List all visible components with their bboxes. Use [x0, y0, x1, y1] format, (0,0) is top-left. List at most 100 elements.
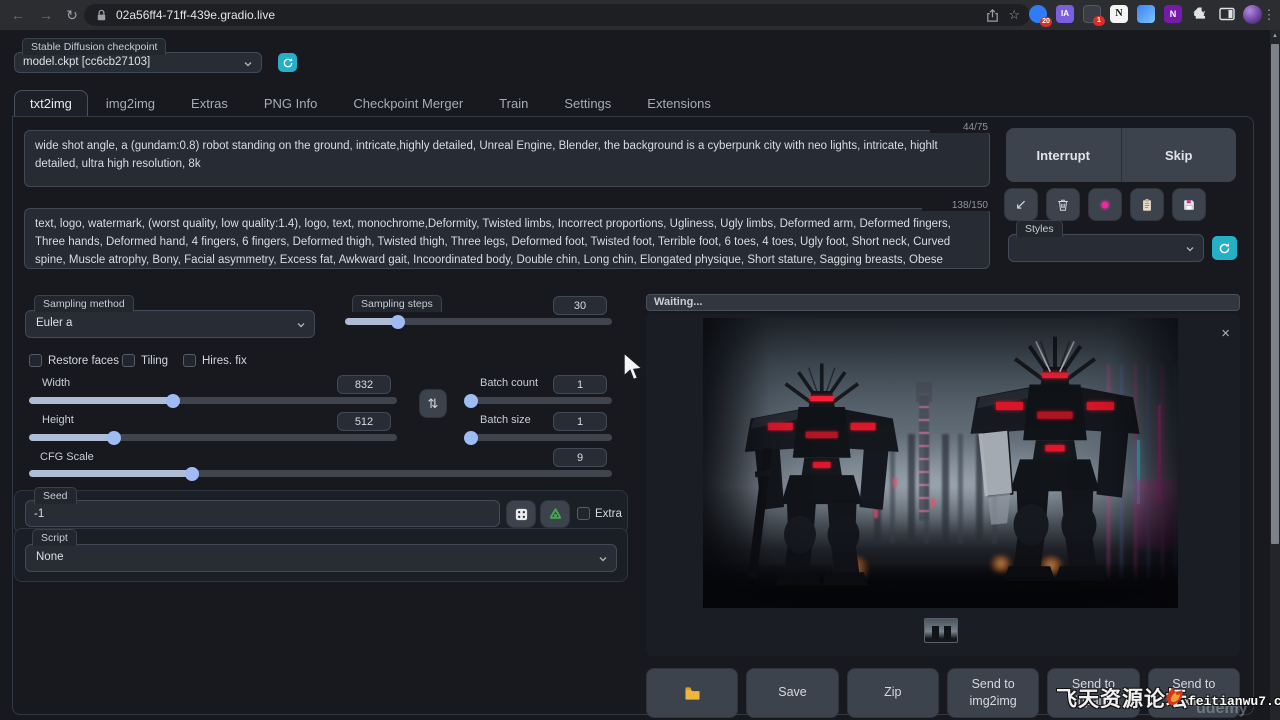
swap-dimensions-button[interactable]: ⇅	[419, 389, 447, 418]
hires-fix-checkbox[interactable]	[183, 354, 196, 367]
paste-arrow-icon: ↙	[1015, 196, 1027, 213]
slider-handle[interactable]	[464, 431, 478, 445]
tab-img2img[interactable]: img2img	[88, 91, 173, 117]
generate-controls: Interrupt Skip	[1006, 128, 1236, 182]
tiling-checkbox[interactable]	[122, 354, 135, 367]
tab-train[interactable]: Train	[481, 91, 546, 117]
sampling-steps-input[interactable]	[553, 296, 607, 315]
seed-input[interactable]	[25, 500, 500, 527]
tab-settings[interactable]: Settings	[546, 91, 629, 117]
forward-icon[interactable]: →	[36, 0, 56, 30]
clear-prompt-button[interactable]	[1046, 188, 1080, 221]
trash-icon	[1056, 198, 1070, 212]
cfg-scale-slider[interactable]	[29, 470, 612, 477]
width-slider[interactable]	[29, 397, 397, 404]
checkpoint-refresh-button[interactable]	[278, 53, 297, 72]
extensions-puzzle-icon[interactable]	[1191, 5, 1209, 23]
extension-blue-icon[interactable]: 20	[1029, 5, 1047, 23]
extension-screenshot-icon[interactable]: 1	[1083, 5, 1101, 23]
save-button[interactable]: Save	[746, 668, 838, 718]
script-label: Script	[32, 529, 77, 546]
chevron-down-icon	[598, 554, 608, 564]
watermark-flame-icon	[1162, 684, 1186, 708]
chevron-down-icon	[243, 59, 253, 69]
height-input[interactable]	[337, 412, 391, 431]
batch-count-label: Batch count	[480, 377, 538, 389]
skip-button[interactable]: Skip	[1122, 128, 1237, 182]
checkpoint-value: model.ckpt [cc6cb27103]	[23, 57, 150, 69]
share-icon[interactable]	[985, 8, 1000, 23]
flower-card-icon	[1098, 198, 1112, 212]
bookmark-star-icon[interactable]: ☆	[1008, 7, 1020, 23]
tab-extensions[interactable]: Extensions	[629, 91, 729, 117]
send-to-img2img-button[interactable]: Send to img2img	[947, 668, 1039, 718]
back-icon[interactable]: ←	[8, 0, 28, 30]
script-dropdown[interactable]: None	[25, 544, 617, 572]
lock-icon	[94, 8, 109, 23]
save-style-button[interactable]	[1172, 188, 1206, 221]
slider-handle[interactable]	[185, 467, 199, 481]
open-folder-button[interactable]	[646, 668, 738, 718]
scroll-up-icon[interactable]: ▲	[1270, 30, 1280, 43]
extension-notion-icon[interactable]: N	[1110, 5, 1128, 23]
close-icon[interactable]: ×	[1221, 326, 1230, 341]
zip-button[interactable]: Zip	[847, 668, 939, 718]
apply-styles-button[interactable]	[1130, 188, 1164, 221]
extension-image-icon[interactable]	[1137, 5, 1155, 23]
refresh-icon	[282, 57, 294, 69]
address-bar[interactable]: 02a56ff4-71ff-439e.gradio.live ☆	[84, 4, 1030, 26]
batch-size-label: Batch size	[480, 414, 531, 426]
negative-prompt-input[interactable]: text, logo, watermark, (worst quality, l…	[24, 208, 990, 269]
thumbnail-robot	[944, 626, 951, 639]
sampling-method-label: Sampling method	[34, 295, 134, 312]
generated-image[interactable]	[703, 318, 1178, 608]
extra-seed-checkbox[interactable]	[577, 507, 590, 520]
reuse-seed-button[interactable]	[540, 500, 570, 528]
interrupt-button[interactable]: Interrupt	[1006, 128, 1121, 182]
tab-txt2img[interactable]: txt2img	[14, 90, 88, 117]
side-panel-icon[interactable]	[1218, 5, 1236, 23]
gallery-thumbnail[interactable]	[924, 618, 958, 643]
chevron-down-icon	[296, 320, 306, 330]
slider-handle[interactable]	[391, 315, 405, 329]
sampling-method-dropdown[interactable]: Euler a	[25, 310, 315, 338]
height-slider[interactable]	[29, 434, 397, 441]
scrollbar-thumb[interactable]	[1271, 44, 1279, 544]
slider-fill	[345, 318, 398, 325]
restore-faces-checkbox[interactable]	[29, 354, 42, 367]
width-input[interactable]	[337, 375, 391, 394]
tab-png-info[interactable]: PNG Info	[246, 91, 335, 117]
extension-ia-icon[interactable]: IA	[1056, 5, 1074, 23]
main-tabs: txt2img img2img Extras PNG Info Checkpoi…	[14, 90, 729, 117]
slider-fill	[468, 434, 471, 441]
cfg-scale-input[interactable]	[553, 448, 607, 467]
slider-handle[interactable]	[166, 394, 180, 408]
profile-avatar[interactable]	[1243, 5, 1262, 24]
checkpoint-label: Stable Diffusion checkpoint	[22, 38, 166, 55]
styles-dropdown[interactable]	[1008, 234, 1204, 262]
batch-size-slider[interactable]	[468, 434, 612, 441]
paste-params-button[interactable]: ↙	[1004, 188, 1038, 221]
slider-handle[interactable]	[464, 394, 478, 408]
tab-checkpoint-merger[interactable]: Checkpoint Merger	[335, 91, 481, 117]
sampling-steps-slider[interactable]	[345, 318, 612, 325]
extension-badge: 1	[1093, 16, 1105, 26]
tiling-label: Tiling	[141, 355, 168, 367]
sampling-method-value: Euler a	[36, 318, 72, 330]
random-seed-button[interactable]	[506, 500, 536, 528]
browser-menu-icon[interactable]: ⋮	[1262, 0, 1276, 30]
slider-handle[interactable]	[107, 431, 121, 445]
extension-onenote-icon[interactable]: N	[1164, 5, 1182, 23]
checkpoint-dropdown[interactable]: model.ckpt [cc6cb27103]	[14, 52, 262, 73]
batch-size-input[interactable]	[553, 412, 607, 431]
extra-networks-button[interactable]	[1088, 188, 1122, 221]
styles-refresh-button[interactable]	[1212, 236, 1237, 260]
batch-count-slider[interactable]	[468, 397, 612, 404]
swap-icon: ⇅	[428, 396, 439, 412]
reload-icon[interactable]: ↻	[62, 0, 82, 30]
refresh-icon	[1218, 242, 1231, 255]
prompt-input[interactable]: wide shot angle, a (gundam:0.8) robot st…	[24, 130, 990, 187]
styles-label: Styles	[1016, 220, 1063, 237]
tab-extras[interactable]: Extras	[173, 91, 246, 117]
batch-count-input[interactable]	[553, 375, 607, 394]
